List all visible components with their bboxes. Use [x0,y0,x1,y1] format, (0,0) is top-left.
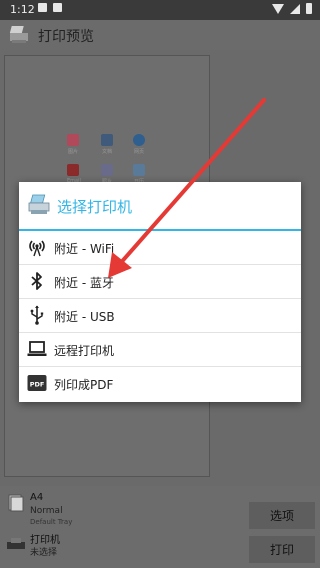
dialog-header: 选择打印机 [19,182,301,231]
battery-icon [306,3,312,14]
email-thumbnail-icon [67,164,79,176]
option-usb[interactable]: 附近 - USB [19,299,301,333]
option-label: 附近 - USB [54,310,115,324]
action-bar: 打印预览 [0,20,320,50]
printer-app-icon[interactable] [8,25,30,49]
printer-app-icon [27,194,51,220]
laptop-icon [27,339,47,359]
pdf-icon: PDF [27,373,47,393]
paper-icon [8,494,24,516]
paper-tray[interactable]: Default Tray [30,518,72,526]
web-thumbnail-icon [133,134,145,146]
thumbnail-label: 网页 [134,149,145,155]
system-icons [272,3,312,14]
wifi-antenna-icon [27,237,47,257]
paper-size[interactable]: A4 [30,492,43,503]
option-wifi[interactable]: 附近 - WiFi [19,231,301,265]
printer-status[interactable]: 未选择 [30,545,57,558]
page-title: 打印预览 [38,29,94,45]
signal-icon [290,3,300,14]
app-notification-icon [53,3,62,12]
option-label: 附近 - 蓝牙 [54,276,114,290]
bottom-bar: A4 Normal Default Tray 打印机 未选择 选项 打印 [0,486,320,568]
photo-thumbnail-icon [101,164,113,176]
paper-mode[interactable]: Normal [30,506,63,516]
usb-icon [27,305,47,325]
wifi-icon [272,3,284,14]
calendar-thumbnail-icon [133,164,145,176]
svg-text:PDF: PDF [30,381,45,389]
bluetooth-icon [27,271,47,291]
thumbnail-label: 文档 [102,149,113,155]
status-time: 1:12 [10,3,35,16]
thumbnail-label: 图片 [68,149,79,155]
gallery-thumbnail-icon [67,134,79,146]
options-button[interactable]: 选项 [249,502,315,529]
print-button[interactable]: 打印 [249,536,315,563]
image-notification-icon [38,3,47,12]
option-print-to-pdf[interactable]: PDF 列印成PDF [19,367,301,400]
option-label: 附近 - WiFi [54,242,115,256]
printer-name[interactable]: 打印机 [30,531,60,546]
option-label: 远程打印机 [54,344,115,358]
document-thumbnail-icon [101,134,113,146]
option-label: 列印成PDF [54,378,114,392]
status-bar: 1:12 [0,0,320,20]
option-remote-printer[interactable]: 远程打印机 [19,333,301,367]
notification-icons [38,3,62,12]
select-printer-dialog: 选择打印机 附近 - WiFi 附近 - 蓝牙 附近 - USB 远程打印机 P… [19,182,301,402]
option-bluetooth[interactable]: 附近 - 蓝牙 [19,265,301,299]
dialog-title: 选择打印机 [57,198,133,216]
printer-icon [6,536,26,555]
